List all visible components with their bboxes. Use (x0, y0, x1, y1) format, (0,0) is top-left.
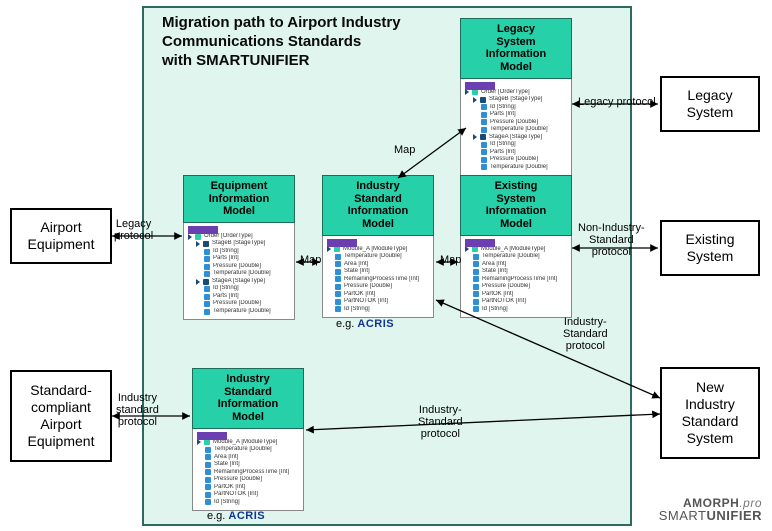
legacy-model-tree: Order [OrderType] StageB [StageType] Id … (460, 79, 572, 177)
industry-center-model-box: Industry Standard Information Model Modu… (322, 175, 434, 318)
equipment-model-tree: Order [OrderType] StageB [StageType] Id … (183, 223, 295, 321)
existing-model-header: Existing System Information Model (460, 175, 572, 236)
non-industry-label: Non-Industry- Standard protocol (578, 222, 645, 258)
legacy-model-box: Legacy System Information Model Order [O… (460, 18, 572, 176)
compliant-equipment-box: Standard- compliant Airport Equipment (10, 370, 112, 462)
existing-system-box: Existing System (660, 220, 760, 276)
map-left-label: Map (300, 254, 321, 266)
eg-acris-center: e.g. ACRIS (336, 318, 394, 330)
existing-model-box: Existing System Information Model Module… (460, 175, 572, 318)
industry-bottom-model-header: Industry Standard Information Model (192, 368, 304, 429)
industry-center-model-tree: Module_A [ModuleType] Temperature [Doubl… (322, 236, 434, 319)
compliant-equipment-label: Standard- compliant Airport Equipment (28, 382, 95, 449)
legacy-model-header: Legacy System Information Model (460, 18, 572, 79)
branding: AMORPH.pro SMARTUNIFIER (659, 497, 762, 523)
legacy-system-box: Legacy System (660, 76, 760, 132)
industry-std-label: Industry standard protocol (116, 392, 159, 428)
existing-system-label: Existing System (685, 231, 734, 265)
map-right-label: Map (440, 254, 461, 266)
new-system-label: New Industry Standard System (682, 379, 739, 446)
equipment-model-header: Equipment Information Model (183, 175, 295, 223)
industry-diag-label: Industry- Standard protocol (563, 316, 608, 352)
map-top-label: Map (394, 144, 415, 156)
airport-equipment-box: Airport Equipment (10, 208, 112, 264)
legacy-protocol-label: Legacy protocol (578, 96, 656, 108)
existing-model-tree: Module_A [ModuleType] Temperature [Doubl… (460, 236, 572, 319)
industry-bottom-label: Industry- Standard protocol (418, 404, 463, 440)
industry-bottom-model-box: Industry Standard Information Model Modu… (192, 368, 304, 511)
diagram-title: Migration path to Airport Industry Commu… (162, 14, 401, 70)
eg-acris-bottom: e.g. ACRIS (207, 510, 265, 522)
legacy-protocol-short-label: Legacy protocol (114, 218, 153, 242)
legacy-system-label: Legacy System (687, 87, 734, 121)
industry-center-model-header: Industry Standard Information Model (322, 175, 434, 236)
equipment-model-box: Equipment Information Model Order [Order… (183, 175, 295, 320)
new-system-box: New Industry Standard System (660, 367, 760, 459)
airport-equipment-label: Airport Equipment (28, 219, 95, 253)
industry-bottom-model-tree: Module_A [ModuleType] Temperature [Doubl… (192, 429, 304, 512)
